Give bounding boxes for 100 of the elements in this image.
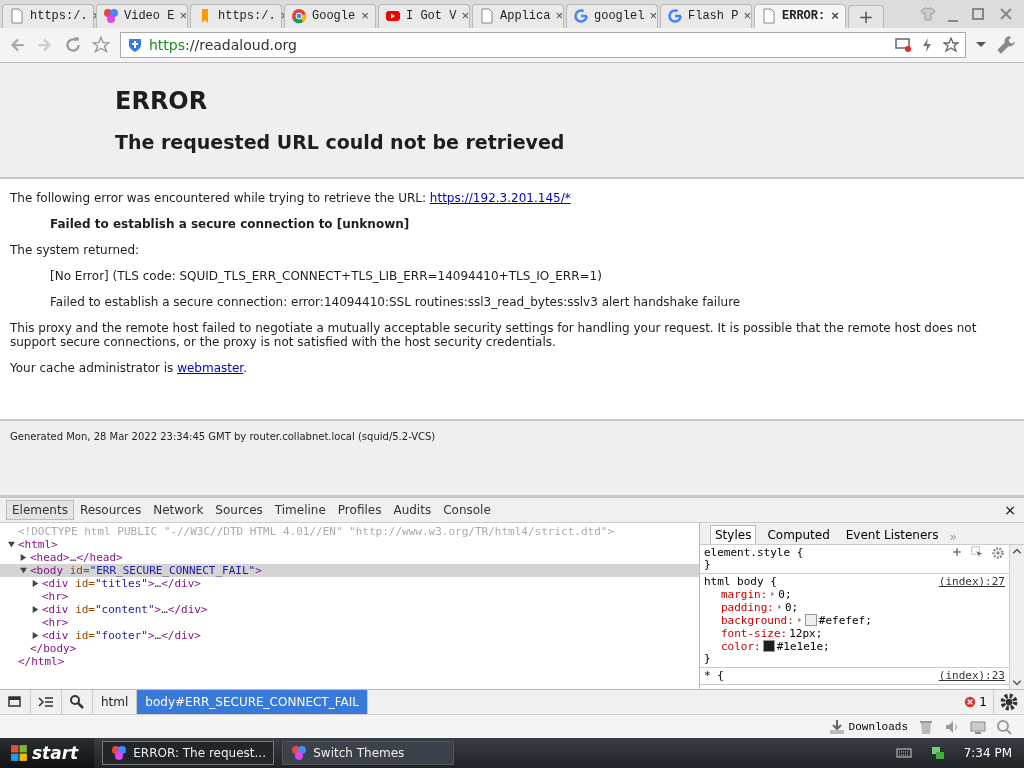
page-icon (9, 8, 25, 25)
color-swatch[interactable] (804, 614, 817, 627)
dom-node-line[interactable]: <div id="content">…</div> (42, 602, 208, 616)
sidebar-tab[interactable]: Event Listeners (840, 524, 944, 544)
search-icon (69, 694, 85, 711)
devtools-tab[interactable]: Profiles (331, 499, 388, 520)
g-letter-icon (667, 8, 683, 25)
pinwheel-icon (111, 745, 128, 761)
devtools-tab[interactable]: Resources (73, 499, 148, 520)
devtools-tab[interactable]: Network (147, 499, 210, 520)
sidebar-tab[interactable]: Computed (762, 524, 835, 544)
shield-icon (127, 36, 143, 53)
browser-tab[interactable]: Flash P × (660, 3, 752, 28)
downloads-button[interactable]: Downloads (848, 720, 908, 733)
tab-close-button[interactable]: × (743, 8, 752, 24)
maximize-icon (970, 5, 986, 22)
dom-node-line[interactable]: </html> (18, 654, 65, 668)
element-picker-icon (971, 545, 983, 558)
start-button[interactable]: start (0, 738, 95, 768)
expand-triangle-icon[interactable] (795, 616, 803, 625)
pinwheel-icon (103, 8, 119, 25)
disclosure-triangle-icon[interactable] (32, 631, 39, 639)
devtools-tab[interactable]: Elements (6, 499, 74, 520)
error-paragraph: The following error was encountered while trying to retrieve the URL: https://192.3.201.145/* (10, 190, 572, 205)
tab-close-button[interactable]: × (649, 8, 658, 24)
disclosure-triangle-icon[interactable] (32, 605, 39, 613)
dom-node-line[interactable]: <div id="titles">…</div> (42, 576, 201, 590)
css-selector: element.style { (704, 546, 804, 560)
new-tab-button[interactable]: + (848, 4, 884, 28)
browser-tab[interactable]: Google × (284, 3, 376, 28)
disclosure-triangle-icon[interactable] (32, 579, 39, 587)
closing-brace: } (704, 652, 712, 665)
taskbar-window-button[interactable]: ERROR: The request... (102, 741, 275, 765)
tab-close-button[interactable]: × (461, 8, 470, 24)
clock: 7:34 PM (963, 746, 1012, 760)
star-icon (92, 35, 110, 54)
sidebar-tab[interactable]: Styles (710, 524, 757, 544)
tab-close-button[interactable]: × (555, 8, 564, 24)
css-selector: * { (704, 669, 724, 683)
tab-close-button[interactable]: × (831, 8, 839, 24)
browser-tab[interactable]: Applica × (472, 3, 564, 28)
taskbar-window-button[interactable]: Switch Themes (282, 741, 455, 765)
css-value: #efefef; (818, 613, 872, 627)
close-icon (998, 5, 1014, 22)
tab-close-button[interactable]: × (179, 8, 188, 24)
browser-tab[interactable]: googlel × (566, 3, 658, 28)
error-subtitle: The requested URL could not be retrieved (115, 130, 566, 153)
devtools-tab[interactable]: Audits (387, 499, 438, 520)
dom-node-line[interactable]: <head>…</head> (30, 550, 123, 564)
dom-node-line[interactable]: <html> (18, 537, 58, 551)
source-link[interactable]: (index):23 (938, 669, 1005, 683)
css-property: background: (721, 613, 794, 627)
dom-node-line[interactable]: <hr> (42, 589, 69, 603)
error-paragraph: This proxy and the remote host failed to negotiate a mutually acceptable security settings for handling your request. It is possible that the remote host does not support secure connections, or the proxy is not satisfied with the host security credentials. (10, 320, 978, 349)
color-swatch[interactable] (762, 640, 775, 653)
dom-node-line[interactable]: <hr> (42, 615, 69, 629)
error-icon (964, 696, 977, 709)
link[interactable]: https://192.3.201.145/* (429, 190, 571, 205)
download-icon (828, 718, 845, 735)
css-value: 12px; (789, 626, 823, 640)
browser-tab[interactable]: I Got V × (378, 3, 470, 28)
css-value: 0; (778, 587, 792, 601)
devtools-tab[interactable]: Sources (209, 499, 269, 520)
address-bar[interactable]: https://readaloud.org (120, 31, 966, 58)
css-value: 0; (785, 600, 799, 614)
devtools-tab[interactable]: Timeline (268, 499, 332, 520)
disclosure-triangle-icon[interactable] (20, 553, 27, 561)
disclosure-triangle-icon[interactable] (8, 540, 15, 548)
close-button[interactable]: × (1004, 501, 1016, 518)
zoom-icon (996, 718, 1012, 735)
browser-tab[interactable]: Video E × (96, 3, 188, 28)
browser-tab[interactable]: ERROR: × (754, 3, 846, 28)
css-property: margin: (721, 587, 768, 601)
css-value: #1e1e1e; (776, 639, 830, 653)
windows-logo-icon (10, 744, 28, 762)
chrome-icon (291, 8, 307, 25)
minimize-icon (948, 19, 958, 22)
error-paragraph: [No Error] (TLS code: SQUID_TLS_ERR_CONNECT+TLS_LIB_ERR=14094410+TLS_IO_ERR=1) (49, 268, 603, 283)
plus-icon (951, 545, 963, 558)
reload-icon (64, 35, 82, 54)
css-property: font-size: (721, 626, 788, 640)
css-selector: html body { (704, 575, 777, 589)
closing-brace: } (704, 558, 711, 571)
error-paragraph: Failed to establish a secure connection: error:14094410:SSL routines:ssl3_read_bytes:sslv3 alert handshake failure (49, 294, 742, 309)
devtools-tab[interactable]: Console (437, 499, 497, 520)
error-paragraph: The system returned: (10, 242, 141, 257)
g-letter-icon (573, 8, 589, 25)
dom-node-line[interactable]: </body> (30, 641, 77, 655)
page-icon (761, 8, 777, 25)
source-link[interactable]: (index):27 (938, 575, 1005, 589)
link[interactable]: webmaster (177, 360, 244, 375)
keyboard-icon (895, 745, 912, 761)
error-count: 1 (979, 695, 987, 710)
dom-node-line[interactable]: <div id="footer">…</div> (42, 628, 201, 642)
gear-icon (991, 545, 1005, 560)
css-property: color: (721, 639, 761, 653)
disclosure-triangle-icon[interactable] (20, 566, 27, 574)
breadcrumb[interactable]: body#ERR_SECURE_CONNECT_FAIL (137, 690, 368, 715)
tab-close-button[interactable]: × (361, 8, 369, 24)
css-property: padding: (721, 600, 774, 614)
